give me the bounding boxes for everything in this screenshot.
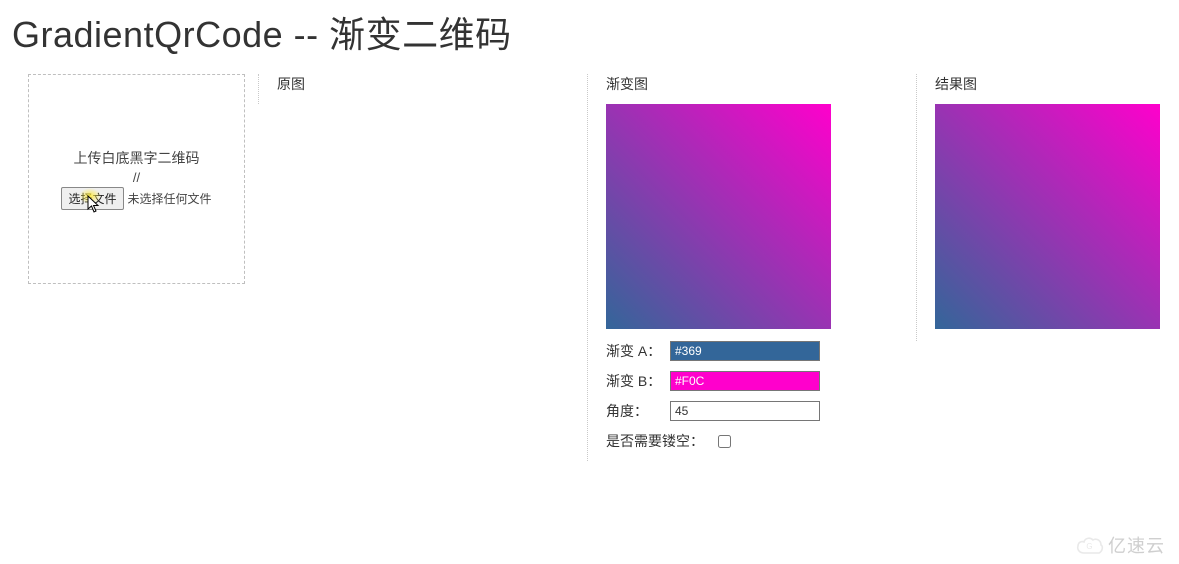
upload-slashes: // [133,170,140,185]
angle-label: 角度： [606,401,664,421]
result-column: 结果图 [916,74,1169,341]
upload-dropzone[interactable]: 上传白底黑字二维码 // 选择文件 未选择任何文件 [28,74,245,284]
upload-label: 上传白底黑字二维码 [74,148,200,168]
color-a-input[interactable] [670,341,820,361]
gradient-column: 渐变图 渐变 A： 渐变 B： 角度： 是否需要镂空： [587,74,916,461]
hollow-checkbox[interactable] [718,435,731,448]
original-column: 原图 [258,74,587,104]
hollow-label: 是否需要镂空： [606,431,704,451]
gradient-preview [606,104,831,329]
cloud-icon: G [1076,535,1104,555]
hollow-row: 是否需要镂空： [606,431,898,451]
watermark: G 亿速云 [1076,532,1165,558]
gradient-label: 渐变图 [606,74,898,94]
choose-file-button[interactable]: 选择文件 [61,187,123,210]
color-b-input[interactable] [670,371,820,391]
original-label: 原图 [277,74,569,94]
main-columns: 上传白底黑字二维码 // 选择文件 未选择任何文件 原图 渐变图 渐变 A： 渐… [0,68,1179,467]
color-b-label: 渐变 B： [606,371,664,391]
svg-text:G: G [1086,542,1093,551]
result-preview [935,104,1160,329]
file-status-text: 未选择任何文件 [128,190,212,207]
color-b-row: 渐变 B： [606,371,898,391]
upload-column: 上传白底黑字二维码 // 选择文件 未选择任何文件 [10,74,258,284]
color-a-row: 渐变 A： [606,341,898,361]
angle-input[interactable] [670,401,820,421]
angle-row: 角度： [606,401,898,421]
page-title: GradientQrCode -- 渐变二维码 [0,0,1179,68]
result-label: 结果图 [935,74,1151,94]
color-a-label: 渐变 A： [606,341,664,361]
file-input-row: 选择文件 未选择任何文件 [61,187,211,210]
watermark-text: 亿速云 [1108,532,1165,558]
